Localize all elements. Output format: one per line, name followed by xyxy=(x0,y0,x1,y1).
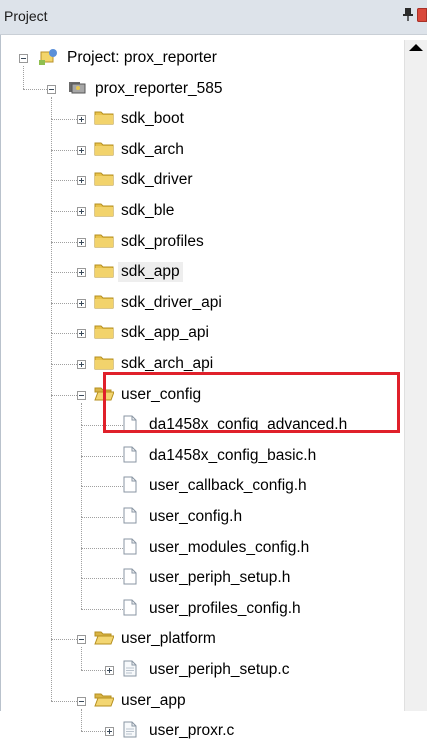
file-icon xyxy=(123,507,137,528)
expand-icon[interactable] xyxy=(77,268,86,278)
file-icon xyxy=(123,538,137,559)
tree-connector-line xyxy=(51,180,52,211)
folder-icon xyxy=(94,323,114,343)
expand-icon[interactable] xyxy=(77,115,86,125)
tree-item-sdk_profiles[interactable]: sdk_profiles xyxy=(118,232,207,252)
source-file-icon xyxy=(123,721,137,742)
collapse-icon[interactable] xyxy=(77,635,86,645)
tree-file[interactable]: da1458x_config_basic.h xyxy=(146,446,319,466)
collapse-icon[interactable] xyxy=(47,84,56,94)
tree-connector-line xyxy=(81,608,123,610)
tree-connector-line xyxy=(51,394,52,640)
file-icon xyxy=(123,446,137,467)
file-icon xyxy=(123,476,137,497)
tree-item-sdk_arch_api[interactable]: sdk_arch_api xyxy=(118,354,216,374)
tree-connector-line xyxy=(81,425,82,456)
tree-connector-line xyxy=(81,547,82,579)
folder-icon xyxy=(94,109,114,129)
file-icon xyxy=(123,568,137,589)
target-icon xyxy=(67,79,87,99)
tree-connector-line xyxy=(81,455,82,487)
tree-connector-line xyxy=(81,578,82,609)
tree-file[interactable]: user_callback_config.h xyxy=(146,476,310,496)
project-icon xyxy=(38,48,58,70)
tree-connector-line xyxy=(51,211,52,242)
expand-icon[interactable] xyxy=(77,207,86,216)
tree-connector-line xyxy=(51,96,52,120)
folder-icon xyxy=(94,293,114,313)
tree-connector-line xyxy=(81,647,82,670)
tree-connector-line xyxy=(81,578,123,580)
tree-item-sdk_driver_api[interactable]: sdk_driver_api xyxy=(118,293,225,313)
pin-icon[interactable] xyxy=(403,7,413,21)
tree-connector-line xyxy=(51,333,52,364)
close-icon[interactable] xyxy=(417,8,427,22)
folder-icon xyxy=(94,232,114,252)
scroll-up-arrow-icon[interactable] xyxy=(409,44,423,51)
tree-connector-line xyxy=(81,517,123,518)
tree-connector-line xyxy=(51,241,52,273)
expand-icon[interactable] xyxy=(77,237,86,247)
tree-item-sdk_app[interactable]: sdk_app xyxy=(118,262,183,283)
tree-connector-line xyxy=(51,639,52,701)
tree-item-user-platform[interactable]: user_platform xyxy=(118,629,219,649)
tree-file[interactable]: user_config.h xyxy=(146,507,245,527)
folder-icon xyxy=(94,140,114,160)
collapse-icon[interactable] xyxy=(19,54,28,63)
expand-icon[interactable] xyxy=(105,666,114,675)
collapse-icon[interactable] xyxy=(77,696,86,706)
tree-item-sdk_app_api[interactable]: sdk_app_api xyxy=(118,323,212,343)
tree-item-sdk_boot[interactable]: sdk_boot xyxy=(118,109,187,129)
expand-icon[interactable] xyxy=(77,329,86,339)
expand-icon[interactable] xyxy=(77,298,86,308)
source-file-icon xyxy=(123,660,137,681)
expand-icon[interactable] xyxy=(77,360,86,369)
tree-item-user-app[interactable]: user_app xyxy=(118,691,189,711)
open-folder-icon xyxy=(94,691,115,711)
highlight-box xyxy=(103,372,400,433)
folder-icon xyxy=(94,354,114,374)
tree-file[interactable]: user_periph_setup.h xyxy=(146,568,293,588)
tree-item-target[interactable]: prox_reporter_585 xyxy=(92,79,226,99)
tree-file[interactable]: user_periph_setup.c xyxy=(146,660,292,680)
tree-item-sdk_ble[interactable]: sdk_ble xyxy=(118,201,177,221)
tree-connector-line xyxy=(51,149,52,181)
tree-file[interactable]: user_profiles_config.h xyxy=(146,599,304,619)
folder-icon xyxy=(94,170,114,190)
tree-connector-line xyxy=(81,486,123,488)
tree-item-sdk_arch[interactable]: sdk_arch xyxy=(118,140,187,160)
folder-icon xyxy=(94,201,114,221)
tree-connector-line xyxy=(81,486,82,517)
project-tree: Project: prox_reporter prox_reporter_585s… xyxy=(0,0,404,739)
folder-icon xyxy=(94,262,114,282)
tree-connector-line xyxy=(81,455,123,457)
expand-icon[interactable] xyxy=(105,727,114,737)
file-icon xyxy=(123,599,137,620)
tree-connector-line xyxy=(51,364,52,395)
tree-item-sdk_driver[interactable]: sdk_driver xyxy=(118,170,196,190)
open-folder-icon xyxy=(94,629,115,649)
tree-connector-line xyxy=(51,272,52,303)
tree-connector-line xyxy=(23,66,24,89)
tree-file[interactable]: user_modules_config.h xyxy=(146,538,312,558)
tree-connector-line xyxy=(81,402,82,426)
tree-connector-line xyxy=(81,547,123,549)
collapse-icon[interactable] xyxy=(77,390,86,400)
expand-icon[interactable] xyxy=(77,176,86,186)
tree-connector-line xyxy=(81,708,82,732)
tree-connector-line xyxy=(51,302,52,334)
expand-icon[interactable] xyxy=(77,145,86,155)
tree-file[interactable]: user_proxr.c xyxy=(146,721,237,741)
vertical-scrollbar[interactable] xyxy=(404,40,427,711)
tree-connector-line xyxy=(81,517,82,548)
tree-item-project[interactable]: Project: prox_reporter xyxy=(64,48,220,68)
tree-connector-line xyxy=(51,119,52,150)
